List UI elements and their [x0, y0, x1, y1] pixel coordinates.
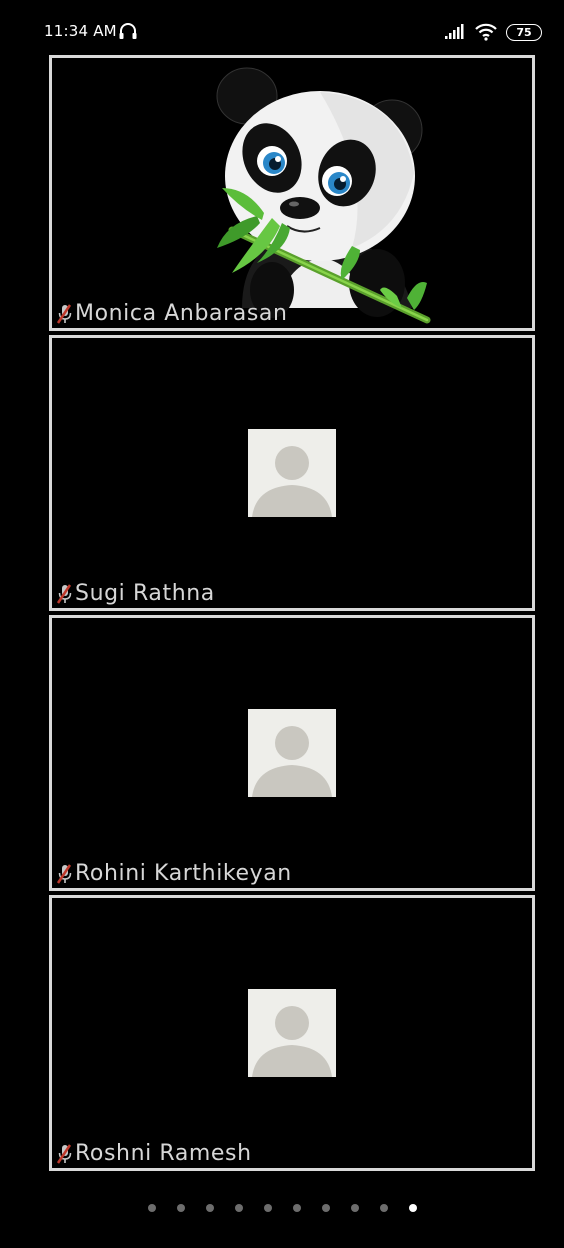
battery-icon: 75 [506, 23, 542, 41]
participant-tile[interactable]: Rohini Karthikeyan [49, 615, 535, 891]
page-dot[interactable] [350, 1204, 359, 1212]
participant-name-label: Roshni Ramesh [56, 1140, 252, 1166]
mic-muted-icon [56, 584, 72, 604]
headphone-icon [119, 23, 137, 39]
participant-name-label: Rohini Karthikeyan [56, 860, 292, 886]
default-avatar [248, 989, 336, 1077]
status-right-group: 75 [444, 22, 542, 42]
mic-muted-icon [56, 1144, 72, 1164]
page-dot[interactable] [263, 1204, 272, 1212]
participant-name: Sugi Rathna [75, 580, 215, 606]
mic-muted-icon [56, 304, 72, 324]
panda-image [216, 67, 431, 324]
page-dot[interactable] [292, 1204, 301, 1212]
page-dot[interactable] [176, 1204, 185, 1212]
page-dot[interactable] [321, 1204, 330, 1212]
participant-grid: Monica Anbarasan Sugi Rathna Rohini Kart… [49, 55, 535, 1175]
participant-name: Rohini Karthikeyan [75, 860, 292, 886]
page-dot[interactable] [408, 1204, 417, 1212]
participant-tile[interactable]: Sugi Rathna [49, 335, 535, 611]
default-avatar [248, 709, 336, 797]
status-time: 11:34 AM [44, 22, 117, 40]
signal-icon [445, 24, 464, 39]
page-dot[interactable] [234, 1204, 243, 1212]
page-dot[interactable] [379, 1204, 388, 1212]
battery-level: 75 [516, 25, 532, 39]
participant-name-label: Monica Anbarasan [56, 300, 288, 326]
participant-name: Monica Anbarasan [75, 300, 288, 326]
participant-tile[interactable]: Roshni Ramesh [49, 895, 535, 1171]
meeting-screen: 11:34 AM 75 Monica Anbarasan Sugi Rathna… [0, 0, 564, 1248]
page-dot[interactable] [147, 1204, 156, 1212]
participant-name-label: Sugi Rathna [56, 580, 215, 606]
status-bar: 11:34 AM 75 [0, 0, 564, 54]
participant-name: Roshni Ramesh [75, 1140, 252, 1166]
page-indicator[interactable] [0, 1204, 564, 1212]
mic-muted-icon [56, 864, 72, 884]
wifi-icon [475, 23, 497, 41]
default-avatar [248, 429, 336, 517]
participant-tile[interactable]: Monica Anbarasan [49, 55, 535, 331]
page-dot[interactable] [205, 1204, 214, 1212]
